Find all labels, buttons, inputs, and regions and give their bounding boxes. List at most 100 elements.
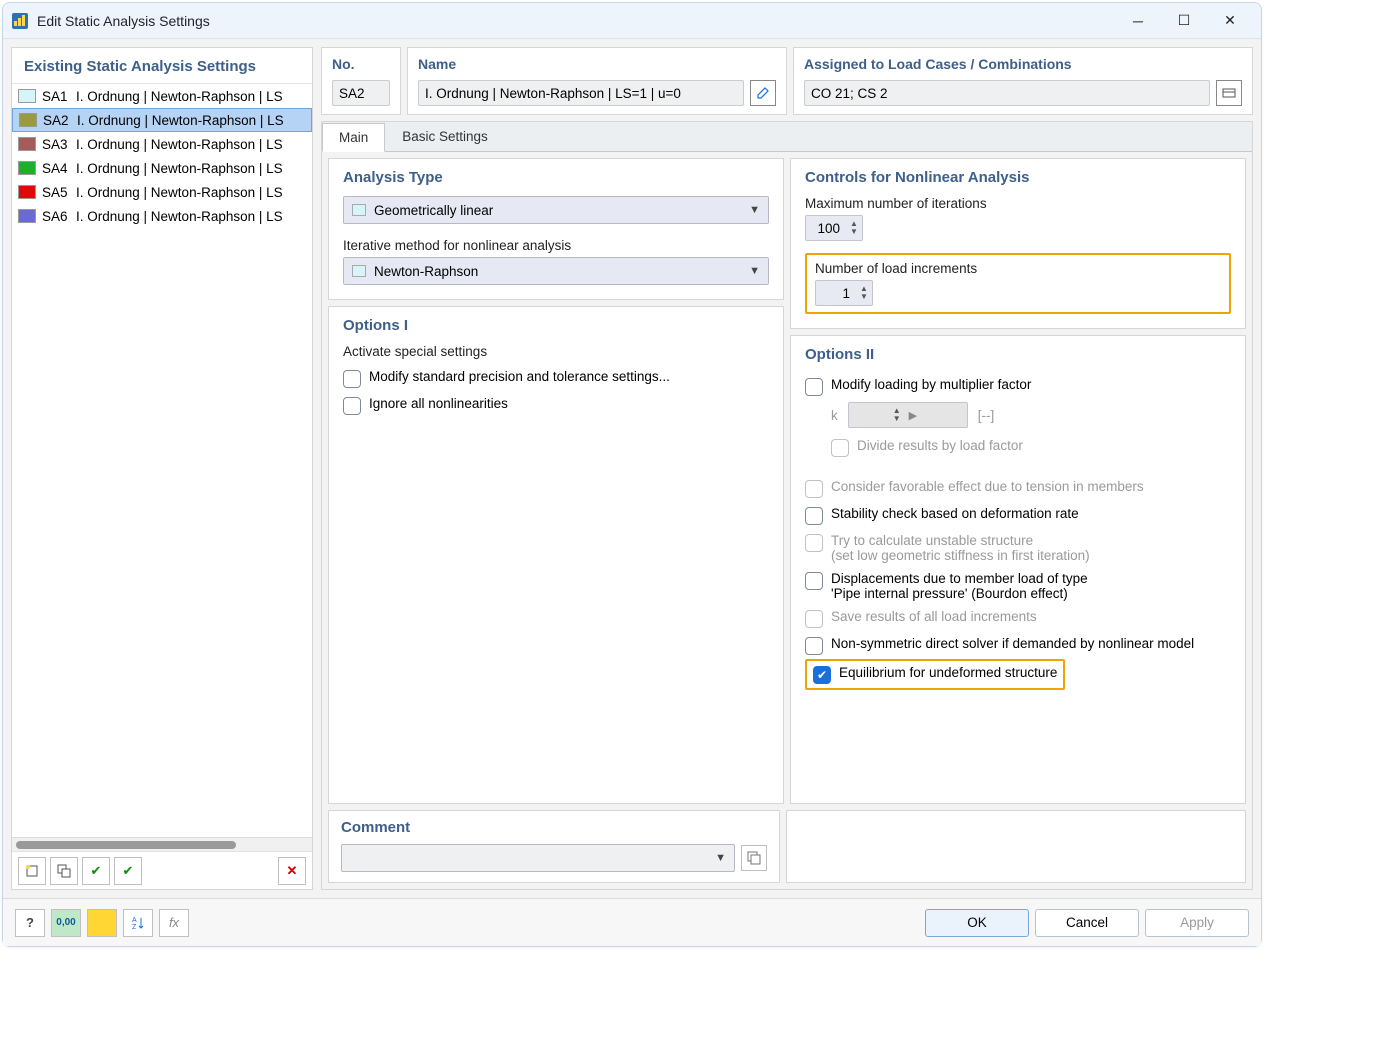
stability-check-label: Stability check based on deformation rat… [831, 506, 1079, 521]
ok-button[interactable]: OK [925, 909, 1029, 937]
sidebar-item-label: I. Ordnung | Newton-Raphson | LS [76, 137, 283, 152]
swatch-icon [18, 137, 36, 151]
sidebar-item-id: SA1 [42, 89, 76, 104]
save-results-label: Save results of all load increments [831, 609, 1037, 624]
help-button[interactable]: ? [15, 909, 45, 937]
assigned-field[interactable] [804, 80, 1210, 106]
units-button[interactable]: 0,00 [51, 909, 81, 937]
consider-tension-checkbox [805, 480, 823, 498]
delete-button[interactable]: ✕ [278, 857, 306, 885]
nonsym-solver-label: Non-symmetric direct solver if demanded … [831, 636, 1194, 651]
pipe-pressure-row[interactable]: Displacements due to member load of type… [805, 567, 1231, 605]
modify-loading-row[interactable]: Modify loading by multiplier factor [805, 373, 1231, 400]
check-button-1[interactable]: ✔ [82, 857, 110, 885]
sidebar-item-label: I. Ordnung | Newton-Raphson | LS [76, 161, 283, 176]
sidebar-scrollbar[interactable] [12, 837, 312, 851]
divide-results-row: Divide results by load factor [805, 434, 1231, 461]
footer: ? 0,00 AZ fx OK Cancel Apply [3, 898, 1261, 946]
sidebar-item-sa1[interactable]: SA1I. Ordnung | Newton-Raphson | LS [12, 84, 312, 108]
equilibrium-checkbox[interactable]: ✔ [813, 666, 831, 684]
spinner-buttons-icon[interactable]: ▲▼ [856, 285, 872, 301]
minimize-button[interactable]: ─ [1115, 3, 1161, 39]
sidebar-item-label: I. Ordnung | Newton-Raphson | LS [76, 185, 283, 200]
panel-assigned: Assigned to Load Cases / Combinations [793, 47, 1253, 115]
ignore-nonlin-checkbox[interactable] [343, 397, 361, 415]
activate-label: Activate special settings [343, 344, 769, 359]
check-button-2[interactable]: ✔ [114, 857, 142, 885]
app-icon [11, 12, 29, 30]
tab-bar: Main Basic Settings [322, 122, 1252, 152]
modify-precision-checkbox[interactable] [343, 370, 361, 388]
dialog-window: Edit Static Analysis Settings ─ ☐ ✕ Exis… [2, 2, 1262, 947]
sort-button[interactable]: AZ [123, 909, 153, 937]
options1-title: Options I [343, 317, 769, 334]
card-analysis-type: Analysis Type Geometrically linear ▼ Ite… [328, 158, 784, 300]
color-button[interactable] [87, 909, 117, 937]
pipe-l2: 'Pipe internal pressure' (Bourdon effect… [831, 586, 1068, 601]
cancel-button[interactable]: Cancel [1035, 909, 1139, 937]
load-incr-spinner[interactable]: 1 ▲▼ [815, 280, 873, 306]
assigned-browse-button[interactable] [1216, 80, 1242, 106]
k-unit: [--] [978, 408, 995, 423]
sidebar-item-sa6[interactable]: SA6I. Ordnung | Newton-Raphson | LS [12, 204, 312, 228]
max-iter-spinner[interactable]: 100 ▲▼ [805, 215, 863, 241]
modify-loading-checkbox[interactable] [805, 378, 823, 396]
analysis-type-swatch [352, 204, 366, 216]
load-incr-label: Number of load increments [815, 261, 1221, 276]
maximize-button[interactable]: ☐ [1161, 3, 1207, 39]
new-button[interactable] [18, 857, 46, 885]
iterative-method-dropdown[interactable]: Newton-Raphson ▼ [343, 257, 769, 285]
sidebar-list: SA1I. Ordnung | Newton-Raphson | LSSA2I.… [12, 84, 312, 837]
sidebar: Existing Static Analysis Settings SA1I. … [11, 47, 313, 890]
spinner-buttons-icon[interactable]: ▲▼ [846, 220, 862, 236]
stability-check-row[interactable]: Stability check based on deformation rat… [805, 502, 1231, 529]
name-field[interactable] [418, 80, 744, 106]
tab-main[interactable]: Main [322, 123, 385, 152]
fx-button[interactable]: fx [159, 909, 189, 937]
options2-title: Options II [805, 346, 1231, 363]
nonsym-solver-row[interactable]: Non-symmetric direct solver if demanded … [805, 632, 1231, 659]
swatch-icon [18, 89, 36, 103]
swatch-icon [18, 161, 36, 175]
apply-button[interactable]: Apply [1145, 909, 1249, 937]
assigned-label: Assigned to Load Cases / Combinations [804, 56, 1242, 72]
sidebar-item-id: SA6 [42, 209, 76, 224]
swatch-icon [18, 209, 36, 223]
ignore-nonlin-row[interactable]: Ignore all nonlinearities [343, 392, 769, 419]
stability-check-checkbox[interactable] [805, 507, 823, 525]
analysis-type-title: Analysis Type [343, 169, 769, 186]
card-controls-nonlinear: Controls for Nonlinear Analysis Maximum … [790, 158, 1246, 329]
name-label: Name [418, 56, 776, 72]
copy-button[interactable] [50, 857, 78, 885]
pipe-pressure-checkbox[interactable] [805, 572, 823, 590]
no-field[interactable] [332, 80, 390, 106]
no-label: No. [332, 56, 390, 72]
panel-name: Name [407, 47, 787, 115]
max-iter-label: Maximum number of iterations [805, 196, 1231, 211]
comment-library-button[interactable] [741, 845, 767, 871]
panel-no: No. [321, 47, 401, 115]
swatch-icon [18, 185, 36, 199]
comment-title: Comment [341, 819, 767, 836]
nonsym-solver-checkbox[interactable] [805, 637, 823, 655]
sidebar-item-label: I. Ordnung | Newton-Raphson | LS [77, 113, 284, 128]
sidebar-item-sa3[interactable]: SA3I. Ordnung | Newton-Raphson | LS [12, 132, 312, 156]
analysis-type-dropdown[interactable]: Geometrically linear ▼ [343, 196, 769, 224]
chevron-down-icon: ▼ [715, 852, 726, 864]
card-options-2: Options II Modify loading by multiplier … [790, 335, 1246, 804]
modify-precision-row[interactable]: Modify standard precision and tolerance … [343, 365, 769, 392]
equilibrium-row[interactable]: ✔ Equilibrium for undeformed structure [811, 663, 1059, 686]
sidebar-item-sa2[interactable]: SA2I. Ordnung | Newton-Raphson | LS [12, 108, 312, 132]
k-label: k [831, 408, 838, 423]
comment-dropdown[interactable]: ▼ [341, 844, 735, 872]
spinner-buttons-icon: ▲▼ [889, 407, 905, 423]
try-unstable-l2: (set low geometric stiffness in first it… [831, 548, 1090, 563]
pipe-l1: Displacements due to member load of type [831, 571, 1088, 586]
tab-basic-settings[interactable]: Basic Settings [385, 122, 505, 151]
close-button[interactable]: ✕ [1207, 3, 1253, 39]
sidebar-item-sa5[interactable]: SA5I. Ordnung | Newton-Raphson | LS [12, 180, 312, 204]
edit-name-button[interactable] [750, 80, 776, 106]
equilibrium-highlight: ✔ Equilibrium for undeformed structure [805, 659, 1065, 690]
window-title: Edit Static Analysis Settings [37, 13, 210, 29]
sidebar-item-sa4[interactable]: SA4I. Ordnung | Newton-Raphson | LS [12, 156, 312, 180]
